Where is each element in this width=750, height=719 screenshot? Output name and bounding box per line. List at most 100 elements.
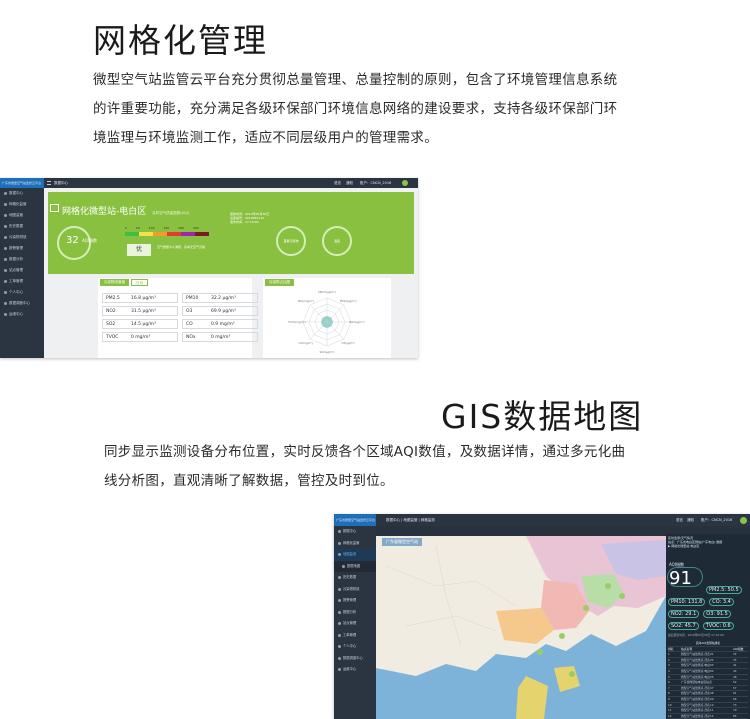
gis-map[interactable]	[376, 536, 666, 719]
sidebar-item[interactable]: 个人中心	[334, 641, 376, 653]
metrics-row: NO2 31.5 μg/m³ O3 69.9 μg/m³	[102, 306, 258, 318]
sidebar-item-label: 历史数据	[9, 224, 23, 228]
paragraph-line: 微型空气站监管云平台充分贯彻总量管理、总量控制的原则，包含了环境管理信息系统	[93, 72, 618, 88]
language-button[interactable]: 语言	[676, 514, 683, 526]
radar-axis-label: CO(mg/m³)	[299, 341, 314, 345]
menu-item-icon	[4, 280, 7, 283]
sidebar-item-label: 个人中心	[9, 290, 23, 294]
menu-item-icon	[4, 291, 7, 294]
sidebar-item[interactable]: 数据分析	[334, 607, 376, 619]
sidebar-item-label: 个人中心	[343, 644, 357, 648]
station-marker	[583, 605, 589, 611]
sidebar-item[interactable]: 报警管理	[0, 243, 44, 254]
metric-cell: O3 69.9 μg/m³	[182, 306, 258, 316]
level-note: 空气质量令人满意，基本无空气污染	[157, 245, 206, 249]
breadcrumb[interactable]: 数据中心 | 地图监管 | 网格监测	[386, 514, 435, 526]
reading: PM10: 131.8	[668, 598, 706, 606]
sidebar-item[interactable]: 地图监测	[334, 549, 376, 561]
aqi-scale-tick: 100	[148, 226, 155, 230]
sidebar-item[interactable]: 历史数据	[0, 221, 44, 232]
metrics-row: PM2.5 16.8 μg/m³ PM10 32.2 μg/m³	[102, 293, 258, 305]
sidebar-item[interactable]: 数据调度中心	[334, 653, 376, 665]
bell-icon[interactable]: 通知	[687, 514, 694, 526]
station-detail-panel: 实时监测/天气情况 站点：广东省电白区微站(广东电白)·数据 ▶ 网格化微型站-…	[666, 534, 750, 719]
metric-name: NO2	[106, 308, 116, 314]
paragraph-line: 的许重要功能，充分满足各级环保部门环境信息网络的建设要求，支持各级环保部门环	[93, 101, 618, 117]
station-marker	[559, 633, 565, 639]
aqi-scale-segment	[153, 232, 167, 236]
sidebar-item[interactable]: 站点管理	[0, 265, 44, 276]
grid-management-screenshot: 广东省微型空气站监管云平台 数据中心 网格化监管 地图监管 历史数据 污染物排放 报警管理…	[0, 178, 418, 358]
menu-item-icon	[338, 668, 341, 672]
radar-axis-label: PM2.5(μg/m³)	[318, 290, 336, 294]
menu-toggle-icon[interactable]	[47, 181, 51, 185]
sidebar-item-label: 污染物排放	[343, 586, 360, 591]
bell-icon[interactable]: 通知	[346, 178, 353, 188]
metric-cell: NO2 31.5 μg/m³	[102, 306, 178, 316]
ranking-table: 实时AQI监测站排名 排名 站点名称 AQI指数 1 微型空气站监测点-茂名01 32 2 微…	[668, 641, 748, 719]
table-row[interactable]: 12 微型空气站监测点-茂名12 85	[668, 714, 748, 719]
sidebar-item[interactable]: 网格化监管	[334, 538, 376, 550]
menu-item-icon	[338, 610, 341, 614]
sidebar-item-label: 数据分析	[343, 609, 357, 614]
panel-header-line[interactable]: ▶ 网格化微型站-电白区	[668, 544, 748, 548]
sidebar-item[interactable]: 数据调度中心	[0, 298, 44, 309]
sidebar-item[interactable]: 污染物排放	[334, 584, 376, 596]
sidebar-item[interactable]: 运维中心	[334, 664, 376, 676]
user-account[interactable]: 账户：CNCN_2016	[360, 178, 391, 188]
pollutant-ratio-card: 污染物占比图 PM2.5(μg/m³) PM10(μg/m³) NO2(μg/m³)…	[263, 278, 391, 358]
sidebar-item[interactable]: 工单管理	[0, 276, 44, 287]
sidebar-item[interactable]: 数据分析	[0, 254, 44, 265]
table-cell: 85	[733, 713, 737, 718]
station-subtitle: 实时空气质量指数(AQI)	[152, 211, 190, 215]
aqi-scale-segment	[125, 232, 139, 236]
sidebar-item-label: 运维中心	[9, 312, 23, 316]
tab-pollutant-values[interactable]: 污染物浓度值	[100, 279, 129, 286]
sidebar-item-label: 数据分析	[9, 257, 23, 261]
sidebar-item[interactable]: 数据地图	[334, 560, 376, 572]
metric-cell: SO2 14.5 μg/m³	[102, 319, 178, 329]
sidebar-item[interactable]: 污染物排放	[0, 232, 44, 243]
menu-item-icon	[338, 553, 341, 557]
sidebar-item[interactable]: 网格化监管	[0, 199, 44, 210]
menu-item-icon	[338, 541, 341, 545]
metric-name: O3	[186, 308, 193, 314]
metric-value: 32.2 μg/m³	[211, 295, 236, 301]
sidebar-item[interactable]: 工单管理	[334, 630, 376, 642]
panel-header: 实时监测/天气情况 站点：广东省电白区微站(广东电白)·数据 ▶ 网格化微型站-…	[666, 534, 750, 550]
user-account[interactable]: 账户：CNCN_2016	[701, 514, 732, 526]
sidebar-item[interactable]: 站点管理	[334, 618, 376, 630]
reading: O3: 91.5	[703, 610, 731, 618]
sidebar-item-label: 站点管理	[343, 621, 357, 625]
metric-value: 0 mg/m³	[211, 334, 231, 340]
gis-map-screenshot: 广东省微型空气站监管云平台 数据中心 网格化监管 地图监测 数据地图 历史数据 污染物排放…	[334, 514, 750, 719]
metric-name: CO	[186, 321, 193, 327]
section-heading-grid: 网格化管理	[93, 21, 268, 60]
metric-name: SO2	[106, 321, 116, 327]
breadcrumb[interactable]: 数据中心	[54, 178, 68, 188]
sidebar-item[interactable]: 个人中心	[0, 287, 44, 298]
menu-item-icon	[338, 587, 341, 591]
sidebar-item[interactable]: 历史数据	[334, 572, 376, 584]
avatar[interactable]	[402, 180, 408, 186]
sidebar-item[interactable]: 报警管理	[334, 595, 376, 607]
reading: CO: 3.4	[709, 598, 734, 606]
info-line: 发布时间：17:10:00	[230, 220, 259, 224]
station-marker	[605, 583, 611, 589]
avatar[interactable]	[740, 516, 747, 524]
language-button[interactable]: 语言	[334, 178, 341, 188]
sidebar-item-label: 历史数据	[343, 575, 357, 579]
tab-pollutant-ratio[interactable]: 污染物占比图	[265, 279, 294, 286]
sidebar-item[interactable]: 数据中心	[0, 188, 44, 199]
menu-item-icon	[338, 576, 341, 580]
radar-axis-label: TVOC(mg/m³)	[288, 320, 306, 324]
sidebar-item[interactable]: 运维中心	[0, 309, 44, 320]
metric-name: NOx	[186, 334, 196, 340]
aqi-value: 91	[669, 568, 692, 589]
menu-item-icon	[4, 236, 7, 239]
menu-item-icon	[4, 302, 7, 305]
sidebar-item[interactable]: 数据中心	[334, 526, 376, 538]
sidebar-item[interactable]: 地图监管	[0, 210, 44, 221]
tab-daily[interactable]: 日均	[131, 279, 148, 286]
menu-item-icon	[338, 633, 341, 637]
